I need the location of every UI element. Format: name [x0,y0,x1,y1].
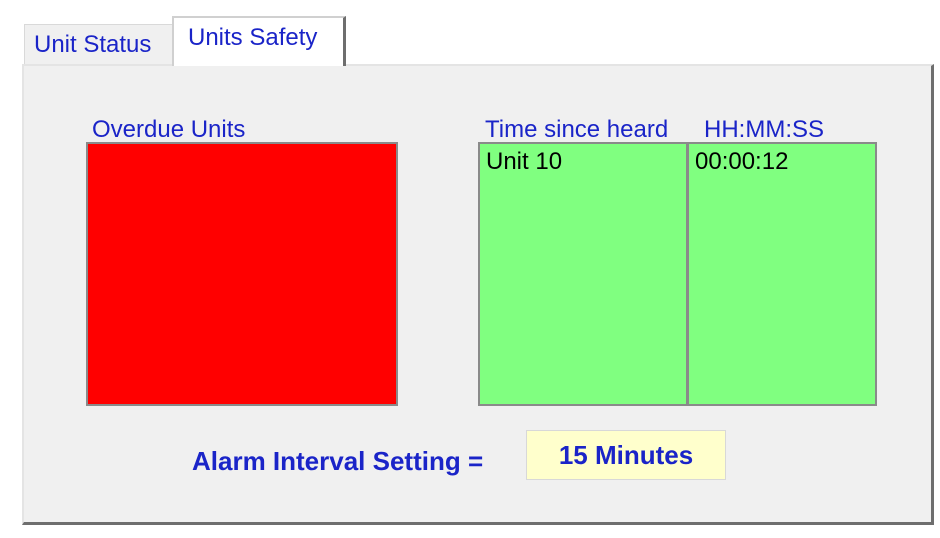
units-safety-panel: Overdue Units Time since heard HH:MM:SS … [22,64,934,525]
tab-units-safety-label: Units Safety [188,24,318,51]
tab-unit-status[interactable]: Unit Status [24,24,174,66]
heard-units-list[interactable]: Unit 10 [478,142,688,406]
tab-unit-status-label: Unit Status [34,31,152,58]
alarm-interval-value: 15 Minutes [526,430,726,480]
alarm-interval-label: Alarm Interval Setting = [192,446,484,476]
app-window: Unit Status Units Safety Overdue Units T… [0,0,940,538]
heard-times-list[interactable]: 00:00:12 [687,142,877,406]
list-item[interactable]: Unit 10 [486,150,686,174]
time-format-label: HH:MM:SS [704,116,824,143]
tab-units-safety[interactable]: Units Safety [172,16,346,66]
overdue-units-list[interactable] [86,142,398,406]
overdue-units-label: Overdue Units [92,116,246,143]
time-since-heard-label: Time since heard [485,116,669,143]
list-item[interactable]: 00:00:12 [695,150,875,174]
